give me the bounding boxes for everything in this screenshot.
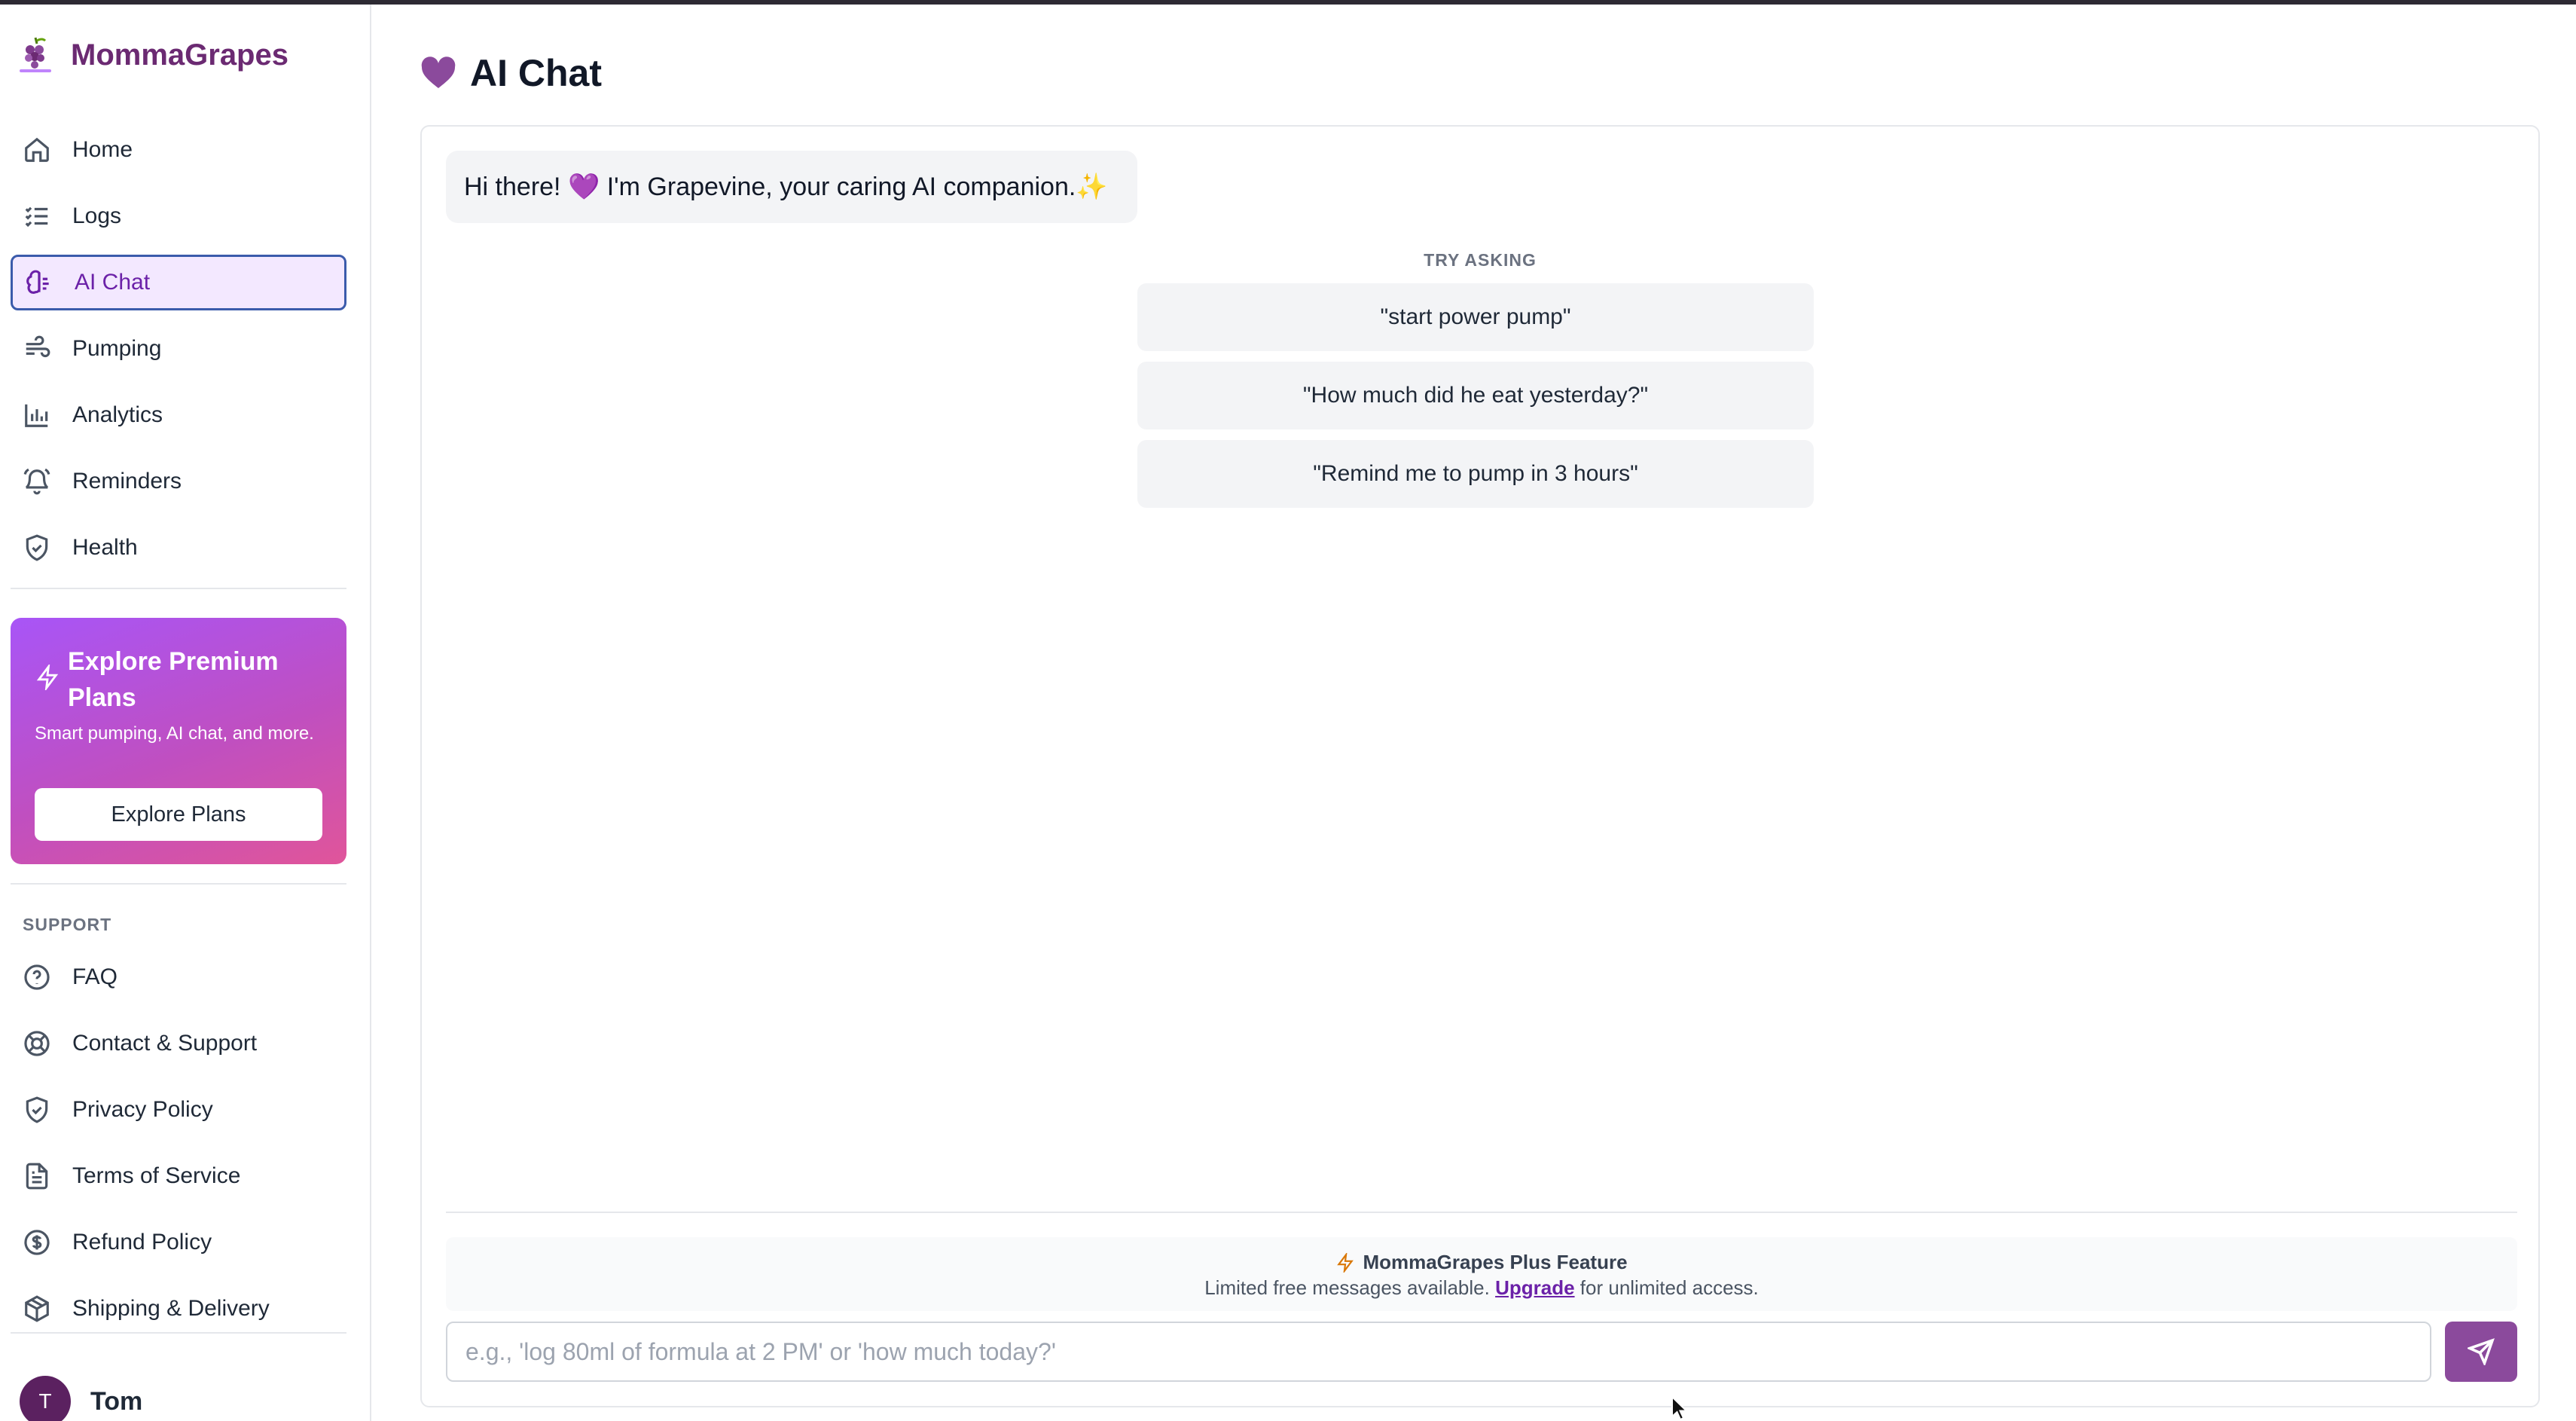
list-icon [25, 206, 48, 228]
sidebar-item-faq[interactable]: FAQ [11, 949, 346, 1005]
sidebar-item-terms-of-service[interactable]: Terms of Service [11, 1148, 346, 1204]
shield-check-icon [26, 534, 48, 561]
suggestion-chip[interactable]: "start power pump" [1137, 283, 1814, 351]
send-button[interactable] [2445, 1322, 2517, 1382]
chat-panel: Hi there! 💜 I'm Grapevine, your caring A… [420, 125, 2540, 1407]
home-icon [25, 137, 49, 162]
sidebar-item-label: Logs [72, 203, 122, 228]
send-icon [2468, 1338, 2495, 1365]
heart-icon [421, 57, 456, 88]
notice-text: Limited free messages available. [1204, 1276, 1490, 1299]
upgrade-link[interactable]: Upgrade [1495, 1276, 1574, 1299]
lightning-icon [36, 665, 59, 690]
sidebar-item-label: Health [72, 535, 138, 560]
help-circle-icon [24, 964, 50, 990]
shield-check-icon [26, 1096, 48, 1123]
sidebar-divider [11, 883, 346, 885]
assistant-message: Hi there! 💜 I'm Grapevine, your caring A… [446, 151, 1137, 223]
sidebar-divider [11, 1332, 346, 1334]
premium-text: Smart pumping, AI chat, and more. [35, 723, 314, 744]
lightning-icon [1337, 1252, 1354, 1273]
suggestion-chip[interactable]: "How much did he eat yesterday?" [1137, 362, 1814, 429]
brand[interactable]: MommaGrapes [14, 33, 288, 77]
life-buoy-icon [24, 1031, 50, 1056]
sidebar-item-health[interactable]: Health [11, 520, 346, 576]
support-section-label: SUPPORT [23, 915, 112, 934]
user-name: Tom [90, 1386, 143, 1416]
sidebar-divider [11, 588, 346, 589]
user-profile[interactable]: T Tom [20, 1376, 142, 1421]
sidebar-item-home[interactable]: Home [11, 122, 346, 178]
wind-icon [26, 335, 50, 358]
sidebar-item-pumping[interactable]: Pumping [11, 321, 346, 377]
sidebar-item-reminders[interactable]: Reminders [11, 454, 346, 509]
brain-icon [26, 270, 49, 294]
support-nav: FAQ Contact & Support Privacy Policy Ter… [11, 949, 346, 1347]
sidebar-item-label: AI Chat [75, 270, 151, 295]
sidebar-item-label: FAQ [72, 964, 118, 989]
sidebar: MommaGrapes Home Logs AI Chat Pumping An… [0, 5, 371, 1421]
dollar-circle-icon [24, 1230, 50, 1255]
notice-title: MommaGrapes Plus Feature [1363, 1251, 1628, 1273]
grape-logo-icon [20, 37, 51, 72]
avatar: T [20, 1376, 71, 1421]
sidebar-item-refund-policy[interactable]: Refund Policy [11, 1215, 346, 1270]
sidebar-item-ai-chat[interactable]: AI Chat [11, 255, 346, 310]
window-top-border [0, 0, 2576, 5]
premium-title: Explore Premium Plans [68, 647, 279, 712]
page-title: AI Chat [470, 52, 602, 94]
sidebar-item-label: Home [72, 137, 133, 162]
sidebar-item-logs[interactable]: Logs [11, 188, 346, 244]
file-text-icon [26, 1163, 48, 1190]
notice-text-suffix: for unlimited access. [1579, 1276, 1759, 1299]
premium-card: Explore Premium Plans Smart pumping, AI … [11, 618, 346, 864]
bar-chart-icon [25, 404, 48, 427]
sidebar-item-label: Reminders [72, 469, 182, 494]
chat-divider [446, 1212, 2517, 1213]
chat-input[interactable] [446, 1322, 2431, 1382]
suggestion-chip[interactable]: "Remind me to pump in 3 hours" [1137, 440, 1814, 508]
sidebar-item-label: Analytics [72, 402, 163, 427]
main-nav: Home Logs AI Chat Pumping Analytics Remi… [11, 122, 346, 586]
sidebar-item-label: Terms of Service [72, 1163, 241, 1188]
package-icon [25, 1295, 49, 1322]
sidebar-item-privacy-policy[interactable]: Privacy Policy [11, 1082, 346, 1138]
sidebar-item-label: Refund Policy [72, 1230, 212, 1254]
sidebar-item-label: Pumping [72, 336, 162, 361]
brand-name: MommaGrapes [71, 38, 288, 72]
sidebar-item-analytics[interactable]: Analytics [11, 387, 346, 443]
sidebar-item-label: Contact & Support [72, 1031, 258, 1056]
bell-icon [23, 468, 50, 495]
try-asking-label: TRY ASKING [1424, 250, 1537, 270]
mouse-cursor-icon [1671, 1395, 1689, 1421]
explore-plans-button[interactable]: Explore Plans [35, 788, 322, 841]
sidebar-item-label: Privacy Policy [72, 1097, 213, 1122]
sidebar-item-label: Shipping & Delivery [72, 1296, 270, 1321]
page-header: AI Chat [420, 51, 602, 95]
sidebar-item-shipping-delivery[interactable]: Shipping & Delivery [11, 1281, 346, 1337]
sidebar-item-contact-support[interactable]: Contact & Support [11, 1016, 346, 1071]
plus-feature-notice: MommaGrapes Plus Feature Limited free me… [446, 1237, 2517, 1311]
